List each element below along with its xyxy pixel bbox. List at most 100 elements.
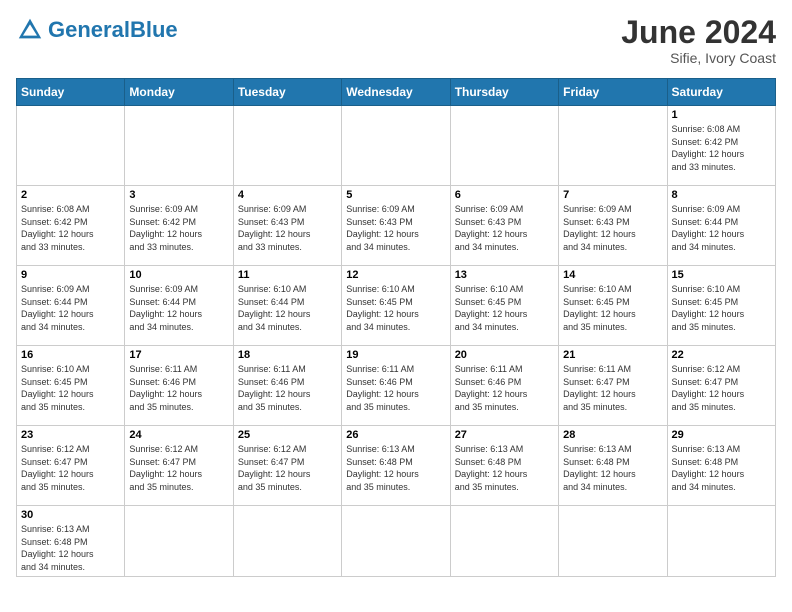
- calendar-week-4: 16 Sunrise: 6:10 AM Sunset: 6:45 PM Dayli…: [17, 346, 776, 426]
- calendar-cell: 5 Sunrise: 6:09 AM Sunset: 6:43 PM Daylig…: [342, 186, 450, 266]
- day-number: 17: [129, 349, 228, 361]
- day-info: Sunrise: 6:09 AM Sunset: 6:43 PM Dayligh…: [455, 203, 554, 253]
- calendar-cell: 30 Sunrise: 6:13 AM Sunset: 6:48 PM Dayli…: [17, 506, 125, 577]
- calendar-cell: 12Sunrise: 6:10 AM Sunset: 6:45 PM Dayli…: [342, 266, 450, 346]
- day-number: 9: [21, 269, 120, 281]
- page-header: GeneralBlue June 2024 Sifie, Ivory Coast: [16, 16, 776, 66]
- calendar-cell: 25 Sunrise: 6:12 AM Sunset: 6:47 PM Dayli…: [233, 426, 341, 506]
- day-header-thursday: Thursday: [450, 79, 558, 106]
- day-info: Sunrise: 6:13 AM Sunset: 6:48 PM Dayligh…: [563, 443, 662, 493]
- logo: GeneralBlue: [16, 16, 178, 44]
- logo-text: GeneralBlue: [48, 19, 178, 41]
- day-info: Sunrise: 6:09 AM Sunset: 6:44 PM Dayligh…: [21, 283, 120, 333]
- calendar-cell: 28Sunrise: 6:13 AM Sunset: 6:48 PM Dayli…: [559, 426, 667, 506]
- day-info: Sunrise: 6:13 AM Sunset: 6:48 PM Dayligh…: [455, 443, 554, 493]
- calendar-cell: 8 Sunrise: 6:09 AM Sunset: 6:44 PM Daylig…: [667, 186, 775, 266]
- calendar-cell: 18 Sunrise: 6:11 AM Sunset: 6:46 PM Dayli…: [233, 346, 341, 426]
- day-info: Sunrise: 6:10 AM Sunset: 6:44 PM Dayligh…: [238, 283, 337, 333]
- calendar-cell: 17Sunrise: 6:11 AM Sunset: 6:46 PM Dayli…: [125, 346, 233, 426]
- day-header-sunday: Sunday: [17, 79, 125, 106]
- calendar-cell: 1Sunrise: 6:08 AM Sunset: 6:42 PM Daylig…: [667, 106, 775, 186]
- day-info: Sunrise: 6:10 AM Sunset: 6:45 PM Dayligh…: [346, 283, 445, 333]
- day-number: 7: [563, 189, 662, 201]
- day-info: Sunrise: 6:12 AM Sunset: 6:47 PM Dayligh…: [21, 443, 120, 493]
- day-number: 27: [455, 429, 554, 441]
- day-info: Sunrise: 6:11 AM Sunset: 6:46 PM Dayligh…: [238, 363, 337, 413]
- day-number: 18: [238, 349, 337, 361]
- calendar-week-3: 9 Sunrise: 6:09 AM Sunset: 6:44 PM Daylig…: [17, 266, 776, 346]
- day-header-saturday: Saturday: [667, 79, 775, 106]
- day-number: 13: [455, 269, 554, 281]
- calendar-week-6: 30 Sunrise: 6:13 AM Sunset: 6:48 PM Dayli…: [17, 506, 776, 577]
- day-number: 25: [238, 429, 337, 441]
- calendar-cell: 2 Sunrise: 6:08 AM Sunset: 6:42 PM Daylig…: [17, 186, 125, 266]
- calendar-cell: 7Sunrise: 6:09 AM Sunset: 6:43 PM Daylig…: [559, 186, 667, 266]
- title-block: June 2024 Sifie, Ivory Coast: [621, 16, 776, 66]
- calendar-cell: [233, 506, 341, 577]
- day-info: Sunrise: 6:13 AM Sunset: 6:48 PM Dayligh…: [21, 523, 120, 573]
- day-number: 22: [672, 349, 771, 361]
- day-number: 26: [346, 429, 445, 441]
- day-header-tuesday: Tuesday: [233, 79, 341, 106]
- calendar-cell: [125, 106, 233, 186]
- calendar-cell: 9 Sunrise: 6:09 AM Sunset: 6:44 PM Daylig…: [17, 266, 125, 346]
- day-number: 20: [455, 349, 554, 361]
- day-info: Sunrise: 6:13 AM Sunset: 6:48 PM Dayligh…: [346, 443, 445, 493]
- calendar-week-5: 23 Sunrise: 6:12 AM Sunset: 6:47 PM Dayli…: [17, 426, 776, 506]
- day-info: Sunrise: 6:12 AM Sunset: 6:47 PM Dayligh…: [129, 443, 228, 493]
- calendar-cell: 10 Sunrise: 6:09 AM Sunset: 6:44 PM Dayli…: [125, 266, 233, 346]
- calendar-cell: [17, 106, 125, 186]
- calendar-week-2: 2 Sunrise: 6:08 AM Sunset: 6:42 PM Daylig…: [17, 186, 776, 266]
- calendar-cell: [559, 506, 667, 577]
- day-info: Sunrise: 6:10 AM Sunset: 6:45 PM Dayligh…: [672, 283, 771, 333]
- calendar-cell: [559, 106, 667, 186]
- day-info: Sunrise: 6:09 AM Sunset: 6:43 PM Dayligh…: [238, 203, 337, 253]
- calendar-cell: [667, 506, 775, 577]
- calendar-cell: 6 Sunrise: 6:09 AM Sunset: 6:43 PM Daylig…: [450, 186, 558, 266]
- day-number: 10: [129, 269, 228, 281]
- day-info: Sunrise: 6:09 AM Sunset: 6:42 PM Dayligh…: [129, 203, 228, 253]
- calendar-cell: 16 Sunrise: 6:10 AM Sunset: 6:45 PM Dayli…: [17, 346, 125, 426]
- day-info: Sunrise: 6:13 AM Sunset: 6:48 PM Dayligh…: [672, 443, 771, 493]
- day-info: Sunrise: 6:12 AM Sunset: 6:47 PM Dayligh…: [672, 363, 771, 413]
- day-number: 8: [672, 189, 771, 201]
- day-info: Sunrise: 6:12 AM Sunset: 6:47 PM Dayligh…: [238, 443, 337, 493]
- day-number: 21: [563, 349, 662, 361]
- day-header-monday: Monday: [125, 79, 233, 106]
- calendar-cell: 27 Sunrise: 6:13 AM Sunset: 6:48 PM Dayli…: [450, 426, 558, 506]
- day-number: 23: [21, 429, 120, 441]
- day-number: 11: [238, 269, 337, 281]
- calendar-cell: 26 Sunrise: 6:13 AM Sunset: 6:48 PM Dayli…: [342, 426, 450, 506]
- day-number: 5: [346, 189, 445, 201]
- calendar-cell: 29 Sunrise: 6:13 AM Sunset: 6:48 PM Dayli…: [667, 426, 775, 506]
- day-info: Sunrise: 6:10 AM Sunset: 6:45 PM Dayligh…: [21, 363, 120, 413]
- calendar-cell: 19Sunrise: 6:11 AM Sunset: 6:46 PM Dayli…: [342, 346, 450, 426]
- calendar-cell: 20Sunrise: 6:11 AM Sunset: 6:46 PM Dayli…: [450, 346, 558, 426]
- day-info: Sunrise: 6:11 AM Sunset: 6:47 PM Dayligh…: [563, 363, 662, 413]
- calendar-cell: 11 Sunrise: 6:10 AM Sunset: 6:44 PM Dayli…: [233, 266, 341, 346]
- day-header-friday: Friday: [559, 79, 667, 106]
- calendar-cell: 23 Sunrise: 6:12 AM Sunset: 6:47 PM Dayli…: [17, 426, 125, 506]
- day-number: 24: [129, 429, 228, 441]
- day-number: 6: [455, 189, 554, 201]
- day-number: 2: [21, 189, 120, 201]
- calendar-cell: 13 Sunrise: 6:10 AM Sunset: 6:45 PM Dayli…: [450, 266, 558, 346]
- calendar-week-1: 1Sunrise: 6:08 AM Sunset: 6:42 PM Daylig…: [17, 106, 776, 186]
- day-info: Sunrise: 6:09 AM Sunset: 6:44 PM Dayligh…: [672, 203, 771, 253]
- day-info: Sunrise: 6:09 AM Sunset: 6:43 PM Dayligh…: [346, 203, 445, 253]
- logo-icon: [16, 16, 44, 44]
- day-info: Sunrise: 6:11 AM Sunset: 6:46 PM Dayligh…: [346, 363, 445, 413]
- day-number: 30: [21, 509, 120, 521]
- calendar-cell: [450, 506, 558, 577]
- day-info: Sunrise: 6:09 AM Sunset: 6:44 PM Dayligh…: [129, 283, 228, 333]
- day-number: 1: [672, 109, 771, 121]
- day-info: Sunrise: 6:08 AM Sunset: 6:42 PM Dayligh…: [21, 203, 120, 253]
- day-info: Sunrise: 6:10 AM Sunset: 6:45 PM Dayligh…: [563, 283, 662, 333]
- day-info: Sunrise: 6:10 AM Sunset: 6:45 PM Dayligh…: [455, 283, 554, 333]
- day-number: 29: [672, 429, 771, 441]
- calendar-cell: 3 Sunrise: 6:09 AM Sunset: 6:42 PM Daylig…: [125, 186, 233, 266]
- day-number: 16: [21, 349, 120, 361]
- calendar-cell: 24 Sunrise: 6:12 AM Sunset: 6:47 PM Dayli…: [125, 426, 233, 506]
- location-subtitle: Sifie, Ivory Coast: [621, 50, 776, 66]
- day-number: 3: [129, 189, 228, 201]
